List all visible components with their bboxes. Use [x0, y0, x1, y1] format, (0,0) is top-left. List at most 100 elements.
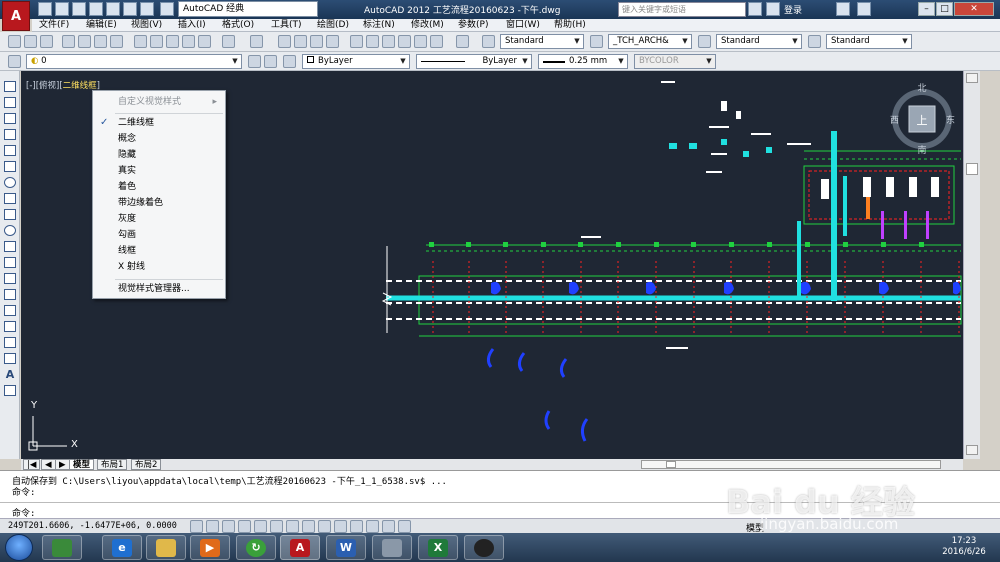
scroll-down-icon[interactable] — [966, 445, 978, 455]
menu-item-visual-styles-manager[interactable]: 视觉样式管理器... — [93, 281, 225, 297]
line-icon[interactable] — [4, 81, 16, 92]
binoculars-icon[interactable] — [766, 2, 780, 16]
start-button[interactable] — [5, 534, 33, 561]
quickcalc-icon[interactable] — [430, 35, 443, 48]
revision-cloud-icon[interactable] — [4, 193, 16, 204]
allow-ucs-icon[interactable] — [318, 520, 331, 533]
menu-dimension[interactable]: 标注(N) — [363, 19, 395, 32]
object-snap-tracking-icon[interactable] — [302, 520, 315, 533]
ellipse-arc-icon[interactable] — [4, 241, 16, 252]
markup-icon[interactable] — [414, 35, 427, 48]
taskbar-app-explorer[interactable] — [146, 535, 186, 560]
add-selected-icon[interactable] — [4, 385, 16, 396]
menu-item-custom-visual-styles[interactable]: 自定义视觉样式 ▸ — [93, 94, 225, 110]
transparency-icon[interactable] — [366, 520, 379, 533]
object-snap-icon[interactable] — [270, 520, 283, 533]
layer-dropdown[interactable]: ◐ 0 ▼ — [26, 54, 242, 69]
save-icon[interactable] — [72, 2, 86, 16]
menu-tools[interactable]: 工具(T) — [271, 19, 302, 32]
table-style-dropdown[interactable]: Standard ▼ — [716, 34, 802, 49]
plot-preview-icon[interactable] — [78, 35, 91, 48]
viewport-label-prefix[interactable]: [-][俯视][ — [26, 81, 63, 91]
taskbar-app-ie[interactable]: e — [102, 535, 142, 560]
menu-insert[interactable]: 插入(I) — [178, 19, 206, 32]
tab-layout2[interactable]: 布局2 — [131, 459, 162, 470]
menu-parametric[interactable]: 参数(P) — [458, 19, 488, 32]
lineweight-dropdown[interactable]: 0.25 mm ▼ — [538, 54, 628, 69]
tab-nav-next[interactable]: ▶ — [55, 459, 70, 470]
menu-modify[interactable]: 修改(M) — [411, 19, 444, 32]
3d-object-snap-icon[interactable] — [286, 520, 299, 533]
paste-icon[interactable] — [166, 35, 179, 48]
viewport-controls[interactable]: [-][俯视][二维线框] — [26, 79, 100, 91]
multileader-style-dropdown[interactable]: Standard ▼ — [826, 34, 912, 49]
color-dropdown[interactable]: ByLayer ▼ — [302, 54, 410, 69]
make-block-icon[interactable] — [4, 273, 16, 284]
table-style-icon[interactable] — [698, 35, 711, 48]
make-current-layer-icon[interactable] — [248, 55, 261, 68]
menu-help[interactable]: 帮助(H) — [554, 19, 586, 32]
open-icon[interactable] — [24, 35, 37, 48]
construction-line-icon[interactable] — [4, 97, 16, 108]
infer-constraints-icon[interactable] — [190, 520, 203, 533]
block-editor-icon[interactable] — [198, 35, 211, 48]
text-style-icon[interactable] — [482, 35, 495, 48]
spline-icon[interactable] — [4, 209, 16, 220]
help-search-input[interactable]: 键入关键字或短语 — [618, 2, 746, 17]
grid-display-icon[interactable] — [222, 520, 235, 533]
open-file-icon[interactable] — [55, 2, 69, 16]
arc-icon[interactable] — [4, 161, 16, 172]
save-icon[interactable] — [40, 35, 53, 48]
coordinate-readout[interactable]: 249T201.6606, -1.6477E+06, 0.0000 — [8, 521, 177, 531]
menu-item-shaded-with-edges[interactable]: 带边缘着色 — [93, 195, 225, 211]
scroll-up-icon[interactable] — [966, 73, 978, 83]
compass-west[interactable]: 西 — [890, 115, 899, 126]
save-as-icon[interactable] — [89, 2, 103, 16]
print-icon[interactable] — [106, 2, 120, 16]
compass-south[interactable]: 南 — [917, 144, 926, 156]
plot-icon[interactable] — [62, 35, 75, 48]
menu-item-2d-wireframe[interactable]: ✓ 二维线框 — [93, 115, 225, 131]
menu-view[interactable]: 视图(V) — [131, 19, 162, 32]
login-link[interactable]: 登录 — [784, 3, 802, 16]
quick-properties-icon[interactable] — [382, 520, 395, 533]
design-center-icon[interactable] — [366, 35, 379, 48]
viewcube[interactable]: 上 北 南 西 东 — [886, 82, 958, 156]
taskbar-app-autocad[interactable]: A — [280, 535, 320, 560]
redo-icon[interactable] — [140, 2, 154, 16]
properties-icon[interactable] — [350, 35, 363, 48]
region-icon[interactable] — [4, 337, 16, 348]
polyline-icon[interactable] — [4, 113, 16, 124]
compass-north[interactable]: 北 — [917, 83, 926, 94]
menu-item-realistic[interactable]: 真实 — [93, 163, 225, 179]
workspace-gear-icon[interactable] — [160, 2, 174, 16]
taskbar-app-qq[interactable] — [464, 535, 504, 560]
publish-icon[interactable] — [94, 35, 107, 48]
tab-layout1[interactable]: 布局1 — [97, 459, 128, 470]
table-icon[interactable] — [4, 353, 16, 364]
menu-item-xray[interactable]: X 射线 — [93, 259, 225, 275]
help-icon[interactable] — [857, 2, 871, 16]
layer-previous-icon[interactable] — [264, 55, 277, 68]
polygon-icon[interactable] — [4, 129, 16, 140]
autocad-logo-icon[interactable]: A — [2, 1, 30, 31]
menu-item-wireframe[interactable]: 线框 — [93, 243, 225, 259]
new-icon[interactable] — [8, 35, 21, 48]
pan-icon[interactable] — [278, 35, 291, 48]
horizontal-scrollbar[interactable] — [641, 460, 941, 469]
taskbar-app-pinwheel[interactable] — [42, 535, 82, 560]
taskbar-app-excel[interactable]: X — [418, 535, 458, 560]
circle-icon[interactable] — [4, 177, 16, 188]
menu-item-conceptual[interactable]: 概念 — [93, 131, 225, 147]
insert-block-icon[interactable] — [4, 257, 16, 268]
redo-icon[interactable] — [250, 35, 263, 48]
text-style-dropdown[interactable]: Standard ▼ — [500, 34, 584, 49]
cut-icon[interactable] — [134, 35, 147, 48]
taskbar-app-refresh[interactable]: ↻ — [236, 535, 276, 560]
help-icon[interactable] — [456, 35, 469, 48]
menu-item-sketchy[interactable]: 勾画 — [93, 227, 225, 243]
taskbar-app-media[interactable]: ▶ — [190, 535, 230, 560]
tool-palettes-icon[interactable] — [382, 35, 395, 48]
multileader-style-icon[interactable] — [808, 35, 821, 48]
menu-item-shaded[interactable]: 着色 — [93, 179, 225, 195]
